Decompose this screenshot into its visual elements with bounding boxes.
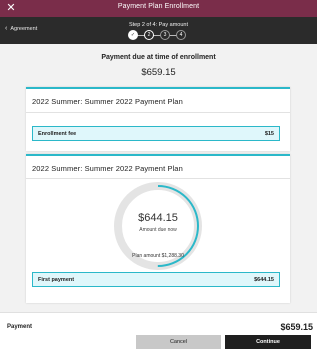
- step-title: Step 2 of 4: Pay amount: [128, 22, 188, 28]
- plan-amount: Plan amount $1,288.30: [132, 253, 184, 259]
- continue-button[interactable]: Continue: [225, 335, 311, 349]
- first-payment-value: $644.15: [254, 277, 274, 283]
- window-title: Payment Plan Enrollment: [117, 3, 200, 10]
- step-1-dot: ✓: [128, 30, 138, 40]
- payment-due-label: Payment due at time of enrollment: [101, 54, 216, 61]
- step-2-dot: 2: [144, 30, 154, 40]
- payment-total-value: $659.15: [280, 322, 313, 332]
- enrollment-fee-label: Enrollment fee: [38, 131, 77, 137]
- step-indicator: ✓ 2 3 4: [128, 30, 188, 40]
- divider: [26, 112, 290, 113]
- main-content: Payment due at time of enrollment $659.1…: [0, 44, 317, 312]
- plan-card-payment: 2022 Summer: Summer 2022 Payment Plan $6…: [26, 154, 290, 303]
- footer: Payment $659.15 Cancel Continue: [0, 312, 317, 356]
- amount-due-value: $644.15: [138, 212, 178, 224]
- step-4-dot: 4: [176, 30, 186, 40]
- step-connector: [134, 34, 180, 36]
- enrollment-fee-row: Enrollment fee $15: [32, 126, 280, 141]
- divider: [26, 178, 290, 179]
- step-bar: ‹ Agreement Step 2 of 4: Pay amount ✓ 2 …: [0, 17, 317, 44]
- payment-total-label: Payment: [7, 324, 33, 330]
- first-payment-label: First payment: [38, 277, 75, 283]
- step-3-dot: 3: [160, 30, 170, 40]
- amount-due-label: Amount due now: [139, 227, 177, 233]
- payment-due-amount: $659.15: [141, 67, 176, 78]
- first-payment-row: First payment $644.15: [32, 272, 280, 287]
- cancel-button[interactable]: Cancel: [136, 335, 221, 349]
- plan-title: 2022 Summer: Summer 2022 Payment Plan: [32, 97, 183, 106]
- title-bar: ✕ Payment Plan Enrollment: [0, 0, 317, 17]
- enrollment-fee-value: $15: [264, 131, 274, 137]
- plan-title: 2022 Summer: Summer 2022 Payment Plan: [32, 164, 183, 173]
- plan-card-enrollment: 2022 Summer: Summer 2022 Payment Plan En…: [26, 87, 290, 151]
